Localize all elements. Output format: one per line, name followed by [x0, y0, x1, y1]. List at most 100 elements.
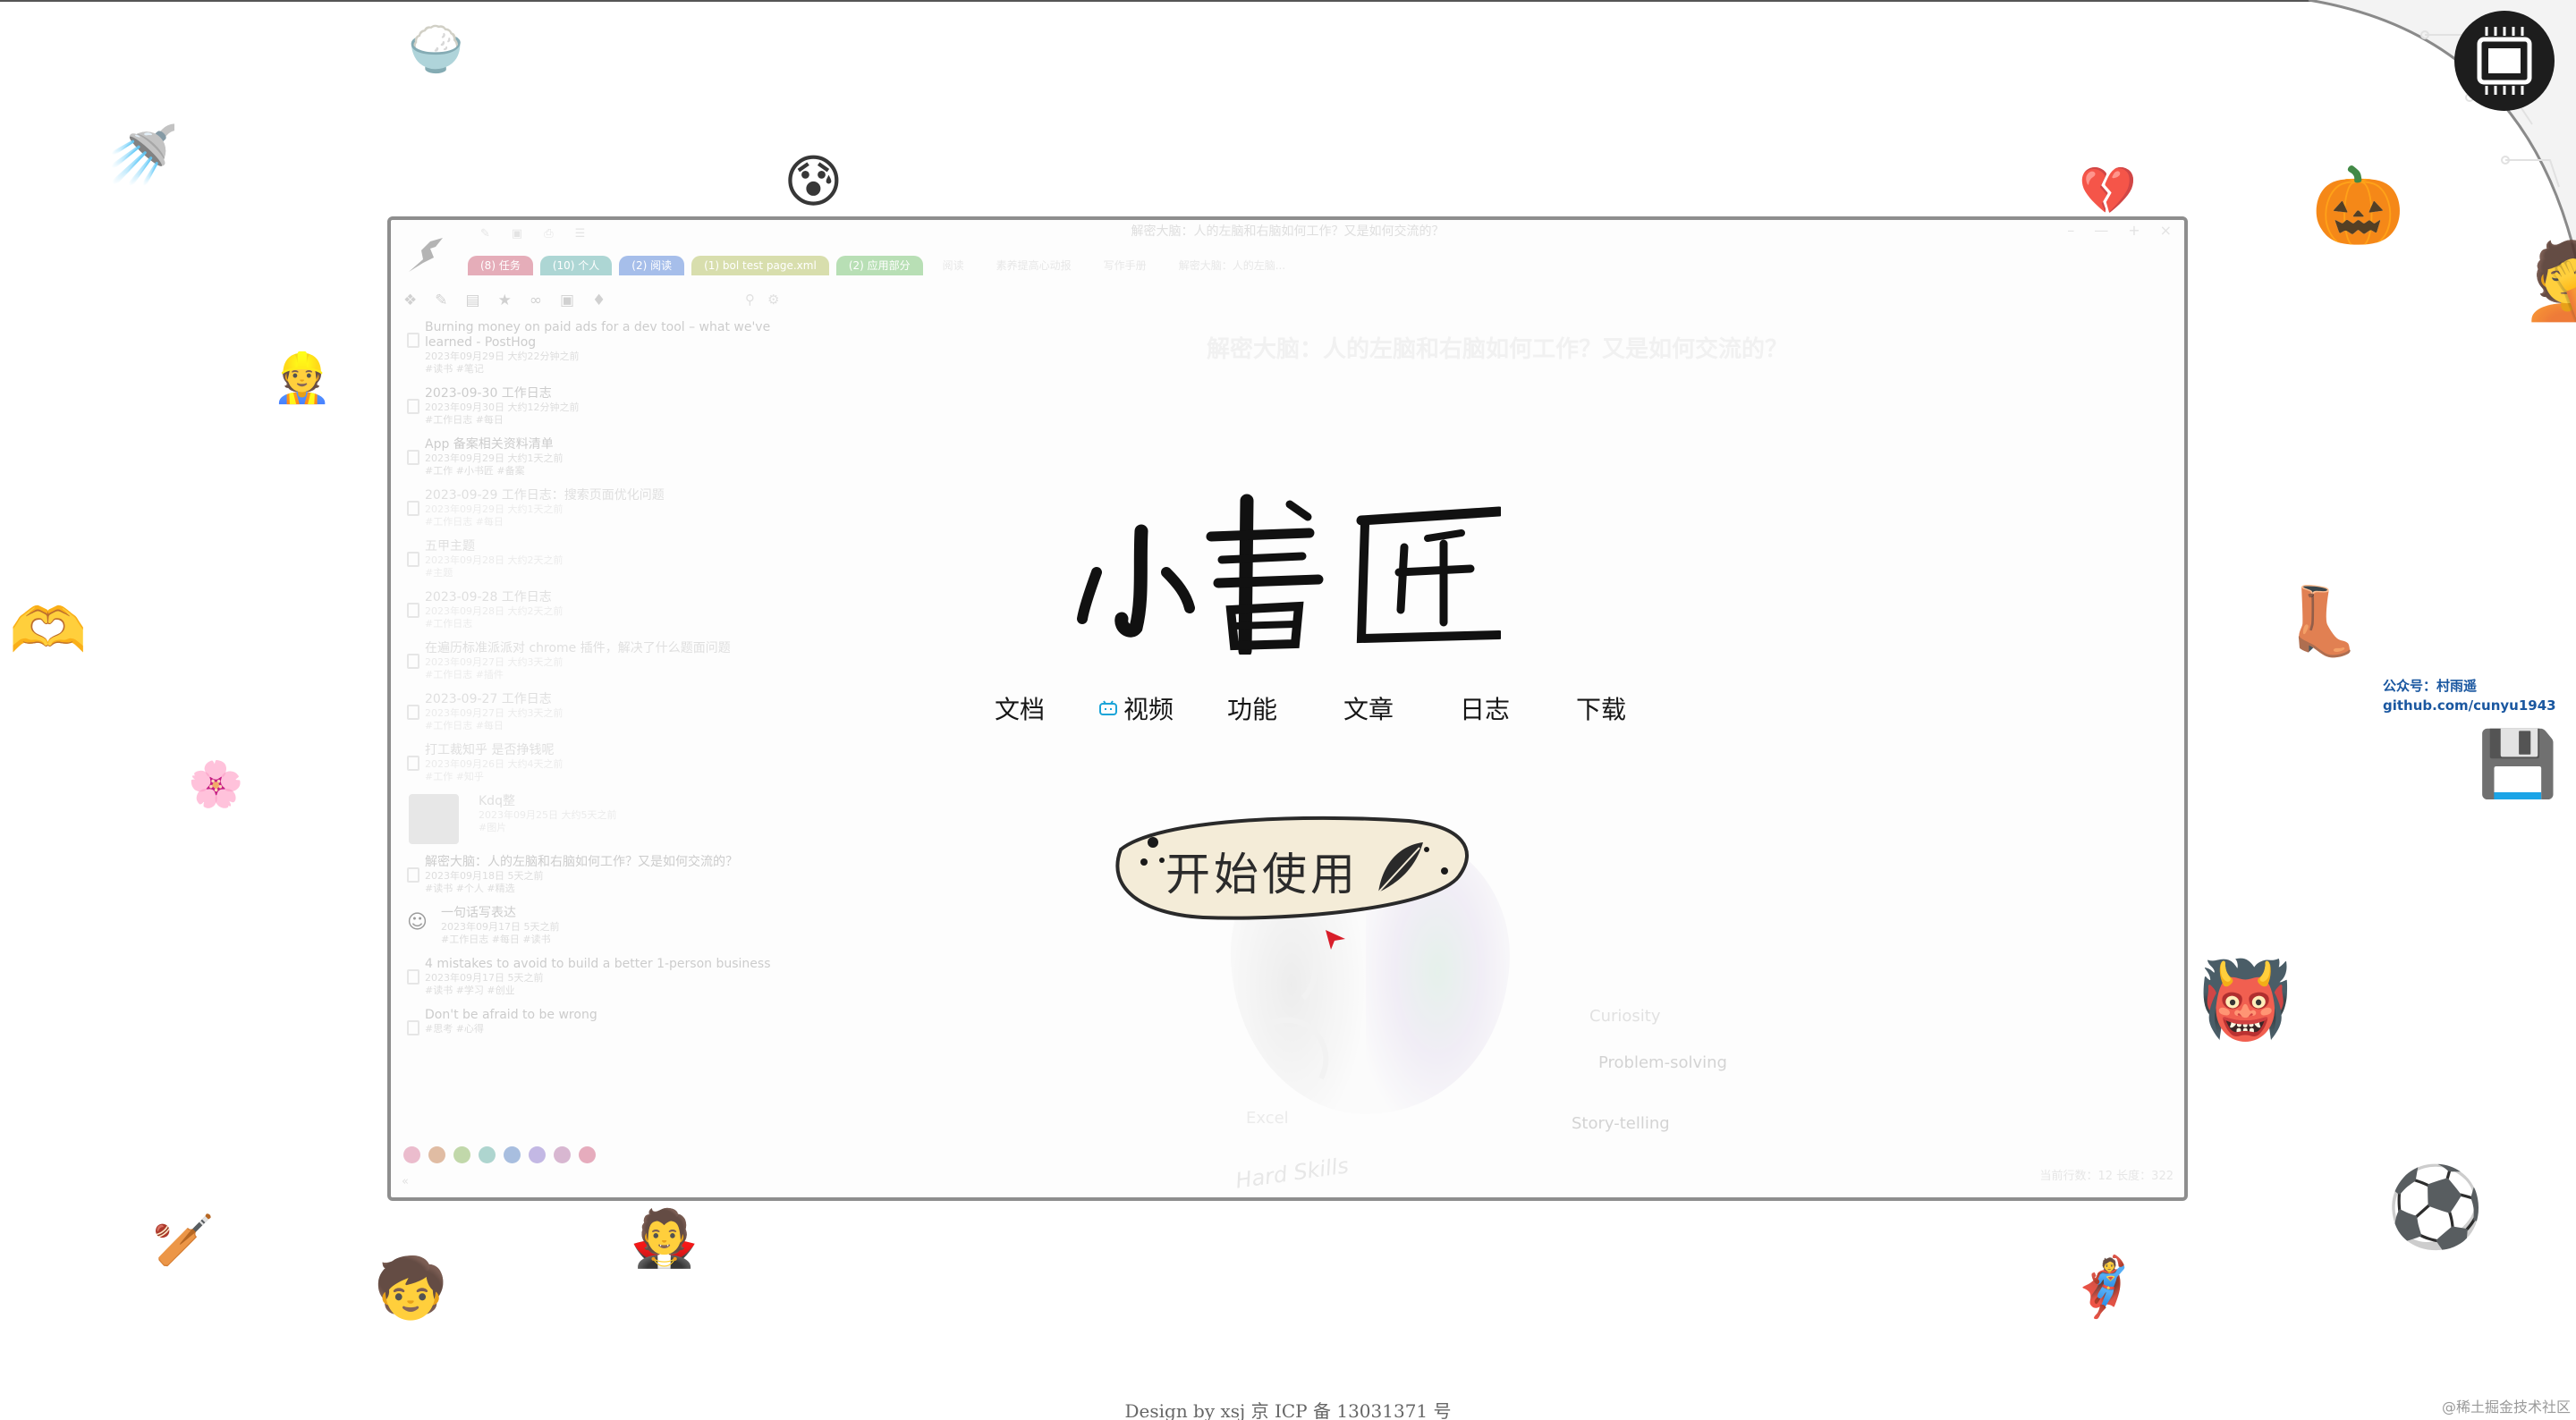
list-item[interactable]: 2023-09-27 工作日志 2023年09月27日 大约3天之前 #工作日志…	[403, 692, 779, 732]
collapse-sidebar-icon[interactable]: «	[402, 1175, 409, 1188]
start-button-label: 开始使用	[1165, 849, 1359, 900]
list-item[interactable]: 4 mistakes to avoid to build a better 1-…	[403, 957, 779, 997]
restore-icon[interactable]: —	[2094, 222, 2108, 239]
doc-date: 2023年09月17日 5天之前	[425, 972, 544, 984]
rice-bowl-emoji: 🍚	[408, 23, 464, 75]
shower-emoji: 🚿	[107, 123, 179, 189]
archive-icon[interactable]: ▣	[560, 292, 574, 309]
broken-heart-emoji: 💔	[2079, 165, 2137, 218]
list-item[interactable]: 打工裁知乎 是否挣钱呢 2023年09月26日 大约4天之前 #工作 #知乎	[403, 743, 779, 783]
color-dot[interactable]	[479, 1146, 496, 1163]
feather-icon	[1377, 842, 1423, 893]
doc-title: 一句话写表达	[441, 906, 516, 920]
maximize-icon[interactable]: +	[2128, 222, 2140, 239]
doc-tags: #工作 #知乎	[425, 771, 484, 782]
notes-icon[interactable]: ✎	[435, 292, 447, 309]
color-dot[interactable]	[453, 1146, 470, 1163]
doc-tags: #图片	[479, 822, 507, 833]
book-icon[interactable]: ▤	[466, 292, 480, 309]
tab-tasks[interactable]: (8) 任务	[468, 256, 533, 275]
list-item[interactable]: Kdq整 2023年09月25日 大约5天之前 #图片	[403, 794, 779, 844]
doc-date: 2023年09月26日 大约4天之前	[425, 758, 564, 770]
boot-emoji: 👢	[2281, 583, 2364, 660]
chip-icon[interactable]	[2454, 11, 2555, 111]
nav-articles[interactable]: 文章	[1310, 690, 1427, 726]
start-using-button[interactable]: 开始使用	[1105, 814, 1471, 925]
doc-title: 2023-09-27 工作日志	[425, 692, 552, 706]
list-item[interactable]: 2023-09-29 工作日志：搜索页面优化问题 2023年09月29日 大约1…	[403, 488, 779, 528]
doc-title: 2023-09-29 工作日志：搜索页面优化问题	[425, 488, 665, 503]
brand-logo	[1077, 494, 1504, 658]
tab-brain-article[interactable]: 解密大脑：人的左脑...	[1166, 256, 1298, 275]
list-item[interactable]: App 备案相关资料清单 2023年09月29日 大约1天之前 #工作 #小书匠…	[403, 437, 779, 478]
contact-info: 公众号：村雨遥 github.com/cunyu1943	[2383, 676, 2556, 715]
window-controls: – — + ×	[2067, 222, 2172, 239]
nav-logs[interactable]: 日志	[1427, 690, 1543, 726]
skill-story-telling: Story-telling	[1572, 1114, 1670, 1133]
color-dot[interactable]	[554, 1146, 571, 1163]
doc-title: 4 mistakes to avoid to build a better 1-…	[425, 957, 771, 971]
thumbs-up-icon[interactable]: ♦	[592, 292, 606, 309]
tab-reading[interactable]: (2) 阅读	[619, 256, 685, 275]
doc-title: 2023-09-30 工作日志	[425, 386, 552, 401]
doc-date: 2023年09月30日 大约12分钟之前	[425, 401, 580, 413]
chat-icon[interactable]: ❖	[403, 292, 417, 309]
list-item[interactable]: 2023-09-30 工作日志 2023年09月30日 大约12分钟之前 #工作…	[403, 386, 779, 427]
watermark: @稀土掘金技术社区	[2441, 1399, 2571, 1416]
tab-personal[interactable]: (10) 个人	[539, 256, 613, 275]
tab-test-page[interactable]: (1) bol test page.xml	[691, 256, 829, 275]
skill-problem-solving: Problem-solving	[1598, 1053, 1727, 1072]
star-icon[interactable]: ★	[498, 292, 512, 309]
color-dot[interactable]	[428, 1146, 445, 1163]
list-item[interactable]: 在遍历标准派派对 chrome 插件，解决了什么题面问题 2023年09月27日…	[403, 641, 779, 681]
nav-label: 日志	[1459, 695, 1510, 724]
jack-o-lantern-emoji: 🎃	[2311, 162, 2405, 249]
doc-date: 2023年09月29日 大约1天之前	[425, 452, 564, 464]
doc-title: 打工裁知乎 是否挣钱呢	[425, 743, 555, 757]
nav-docs[interactable]: 文档	[962, 690, 1078, 726]
sidebar-toolbar: ❖ ✎ ▤ ★ ∞ ▣ ♦	[403, 292, 606, 309]
doc-title: 五甲主题	[425, 539, 475, 554]
tab-read[interactable]: 阅读	[930, 256, 977, 275]
ogre-emoji: 👹	[2199, 956, 2292, 1044]
bilibili-icon	[1098, 700, 1117, 715]
wechat-account: 公众号：村雨遥	[2383, 678, 2478, 694]
article-title: 解密大脑：人的左脑和右脑如何工作？又是如何交流的？	[1207, 336, 1789, 363]
doc-date: 2023年09月25日 大约5天之前	[479, 809, 617, 821]
close-icon[interactable]: ×	[2160, 222, 2172, 239]
cricket-bat-emoji: 🏏	[152, 1212, 215, 1270]
tab-literacy[interactable]: 素养提高心动报	[984, 256, 1084, 275]
search-icon[interactable]: ⚲	[745, 292, 755, 308]
tab-writing-manual[interactable]: 写作手册	[1091, 256, 1159, 275]
nav-download[interactable]: 下载	[1543, 690, 1659, 726]
person-facepalming-emoji: 🤦	[2521, 237, 2576, 325]
list-item[interactable]: ☺ 一句话写表达 2023年09月17日 5天之前 #工作日志 #每日 #读书	[403, 906, 779, 946]
minimize-icon[interactable]: –	[2067, 222, 2074, 239]
doc-date: 2023年09月28日 大约2天之前	[425, 554, 564, 566]
footer-credits: Design by xsj 京 ICP 备 13031371 号	[1124, 1400, 1452, 1420]
color-dot[interactable]	[529, 1146, 546, 1163]
color-dot[interactable]	[579, 1146, 596, 1163]
nav-label: 功能	[1226, 695, 1277, 724]
settings-icon[interactable]: ⚙	[767, 292, 779, 308]
superhero-emoji: 🦸	[2068, 1255, 2140, 1321]
tab-app-section[interactable]: (2) 应用部分	[835, 256, 923, 275]
list-item[interactable]: 解密大脑：人的左脑和右脑如何工作？又是如何交流的？ 2023年09月18日 5天…	[403, 855, 779, 895]
doc-tags: #工作日志 #每日	[425, 414, 504, 426]
nav-video[interactable]: 视频	[1078, 690, 1194, 726]
doc-title: App 备案相关资料清单	[425, 437, 554, 452]
doc-title: Kdq整	[479, 794, 515, 808]
color-dot[interactable]	[504, 1146, 521, 1163]
thumbnail-image	[409, 794, 459, 844]
color-dot[interactable]	[403, 1146, 420, 1163]
doc-date: 2023年09月28日 大约2天之前	[425, 605, 564, 617]
link-icon[interactable]: ∞	[530, 292, 542, 309]
list-item[interactable]: Don't be afraid to be wrong #思考 #心得	[403, 1008, 779, 1035]
sidebar-search: ⚲ ⚙	[745, 292, 779, 308]
doc-date: 2023年09月29日 大约1天之前	[425, 503, 564, 515]
nav-features[interactable]: 功能	[1194, 690, 1310, 726]
list-item[interactable]: 2023-09-28 工作日志 2023年09月28日 大约2天之前 #工作日志	[403, 590, 779, 630]
list-item[interactable]: 五甲主题 2023年09月28日 大约2天之前 #主题	[403, 539, 779, 579]
list-item[interactable]: Burning money on paid ads for a dev tool…	[403, 320, 779, 376]
github-link[interactable]: github.com/cunyu1943	[2383, 696, 2556, 715]
